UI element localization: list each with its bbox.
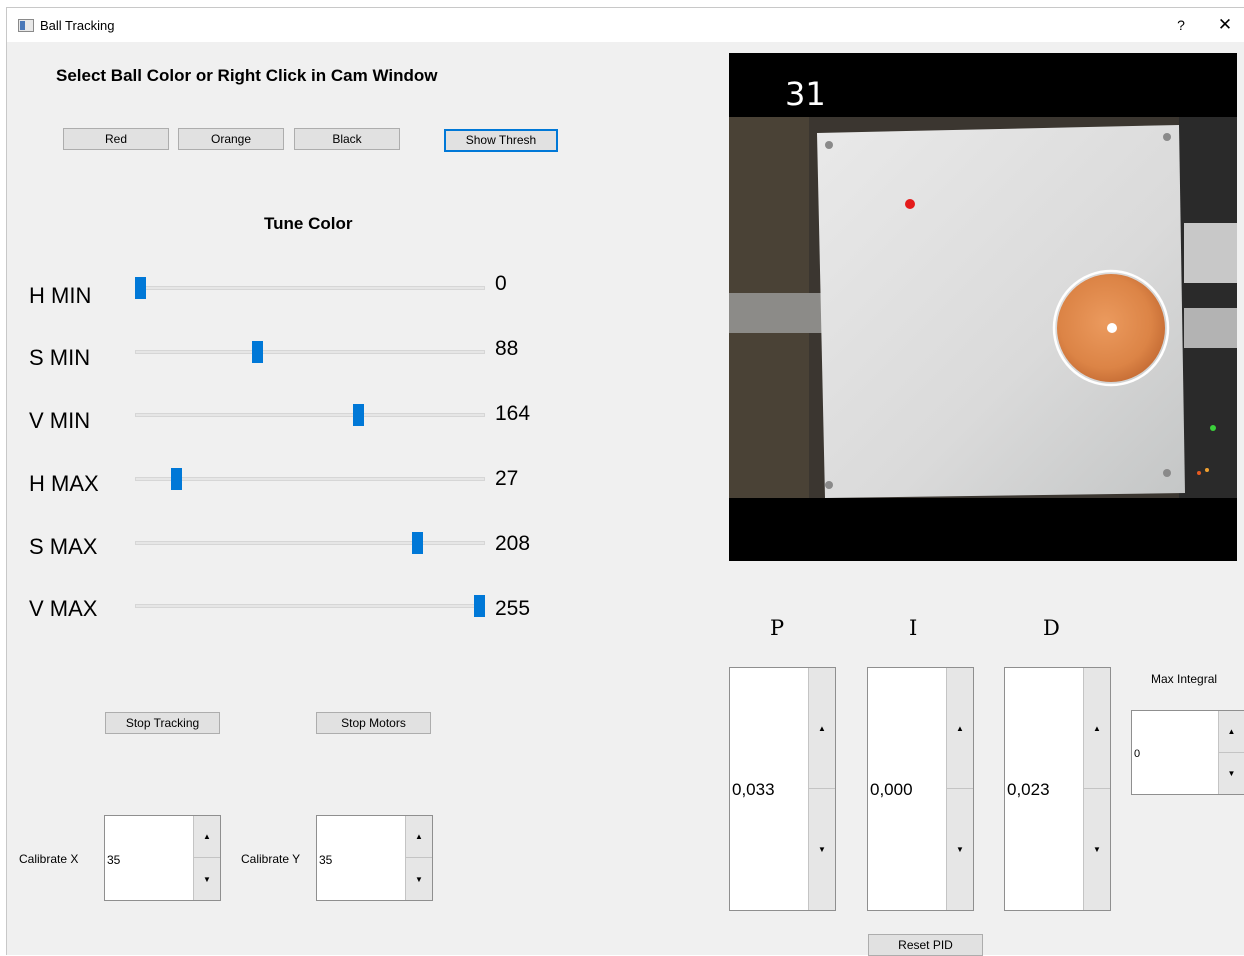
down-arrow-icon[interactable]: ▼	[406, 858, 432, 900]
s-min-track[interactable]	[135, 350, 485, 354]
i-spinbox[interactable]: 0,000 ▲ ▼	[867, 667, 974, 911]
title-bar: Ball Tracking ? ✕	[7, 8, 1244, 42]
up-arrow-icon[interactable]: ▲	[1219, 711, 1244, 753]
s-max-handle[interactable]	[411, 532, 423, 554]
h-min-track[interactable]	[135, 286, 485, 290]
tune-color-heading: Tune Color	[264, 214, 353, 233]
calibrate-x-value[interactable]: 35	[107, 853, 120, 867]
max-integral-label: Max Integral	[1151, 672, 1218, 686]
s-min-label: S MIN	[29, 345, 91, 370]
black-button[interactable]: Black	[294, 128, 400, 150]
fps-counter: 31	[785, 75, 826, 113]
calibrate-x-spinbox[interactable]: 35 ▲ ▼	[104, 815, 221, 901]
calibrate-x-label: Calibrate X	[19, 852, 79, 866]
max-integral-spin-buttons: ▲ ▼	[1218, 711, 1244, 794]
stop-motors-button[interactable]: Stop Motors	[316, 712, 431, 734]
show-thresh-button[interactable]: Show Thresh	[444, 129, 558, 152]
calibrate-x-spin-buttons: ▲ ▼	[193, 816, 220, 900]
help-button[interactable]: ?	[1167, 12, 1195, 38]
down-arrow-icon[interactable]: ▼	[194, 858, 220, 900]
d-spinbox[interactable]: 0,023 ▲ ▼	[1004, 667, 1111, 911]
main-window: Ball Tracking ? ✕ Select Ball Color or R…	[6, 7, 1244, 956]
calibrate-y-spin-buttons: ▲ ▼	[405, 816, 432, 900]
v-max-label: V MAX	[29, 596, 98, 621]
ball-center-marker	[1107, 323, 1117, 333]
app-window-icon	[18, 19, 34, 32]
down-arrow-icon[interactable]: ▼	[947, 789, 973, 910]
h-max-track[interactable]	[135, 477, 485, 481]
h-min-value: 0	[495, 272, 507, 295]
up-arrow-icon[interactable]: ▲	[1084, 668, 1110, 789]
h-min-handle[interactable]	[135, 277, 146, 299]
v-max-track[interactable]	[135, 604, 485, 608]
orange-button[interactable]: Orange	[178, 128, 284, 150]
down-arrow-icon[interactable]: ▼	[1084, 789, 1110, 910]
camera-view[interactable]: 31	[729, 53, 1237, 561]
camera-frame-image	[729, 53, 1237, 561]
p-spin-buttons: ▲ ▼	[808, 668, 835, 910]
max-integral-value[interactable]: 0	[1134, 748, 1140, 760]
red-button[interactable]: Red	[63, 128, 169, 150]
s-max-value: 208	[495, 532, 531, 555]
h-min-label: H MIN	[29, 283, 92, 308]
v-min-handle[interactable]	[352, 404, 364, 426]
up-arrow-icon[interactable]: ▲	[406, 816, 432, 858]
p-spinbox[interactable]: 0,033 ▲ ▼	[729, 667, 836, 911]
up-arrow-icon[interactable]: ▲	[947, 668, 973, 789]
d-value[interactable]: 0,023	[1007, 780, 1050, 800]
s-min-value: 88	[495, 337, 519, 360]
s-min-handle[interactable]	[251, 341, 263, 363]
h-max-label: H MAX	[29, 471, 99, 496]
h-max-value: 27	[495, 467, 519, 490]
i-spin-buttons: ▲ ▼	[946, 668, 973, 910]
calibrate-y-spinbox[interactable]: 35 ▲ ▼	[316, 815, 433, 901]
v-max-handle[interactable]	[474, 595, 485, 617]
max-integral-spinbox[interactable]: 0 ▲ ▼	[1131, 710, 1244, 795]
v-min-value: 164	[495, 402, 531, 425]
s-max-track[interactable]	[135, 541, 485, 545]
close-button[interactable]: ✕	[1211, 12, 1239, 38]
reset-pid-button[interactable]: Reset PID	[868, 934, 983, 956]
stop-tracking-button[interactable]: Stop Tracking	[105, 712, 220, 734]
v-min-label: V MIN	[29, 408, 91, 433]
select-color-heading: Select Ball Color or Right Click in Cam …	[56, 66, 438, 85]
s-max-label: S MAX	[29, 534, 98, 559]
d-label: D	[1043, 616, 1060, 640]
d-spin-buttons: ▲ ▼	[1083, 668, 1110, 910]
up-arrow-icon[interactable]: ▲	[194, 816, 220, 858]
up-arrow-icon[interactable]: ▲	[809, 668, 835, 789]
target-setpoint-marker	[905, 199, 915, 209]
i-value[interactable]: 0,000	[870, 780, 913, 800]
v-min-track[interactable]	[135, 413, 485, 417]
down-arrow-icon[interactable]: ▼	[809, 789, 835, 910]
down-arrow-icon[interactable]: ▼	[1219, 752, 1244, 794]
p-value[interactable]: 0,033	[732, 780, 775, 800]
calibrate-y-label: Calibrate Y	[241, 852, 301, 866]
h-max-handle[interactable]	[170, 468, 182, 490]
i-label: I	[909, 616, 918, 640]
p-label: P	[770, 616, 785, 640]
v-max-value: 255	[495, 597, 531, 620]
window-title: Ball Tracking	[40, 18, 115, 33]
calibrate-y-value[interactable]: 35	[319, 853, 332, 867]
